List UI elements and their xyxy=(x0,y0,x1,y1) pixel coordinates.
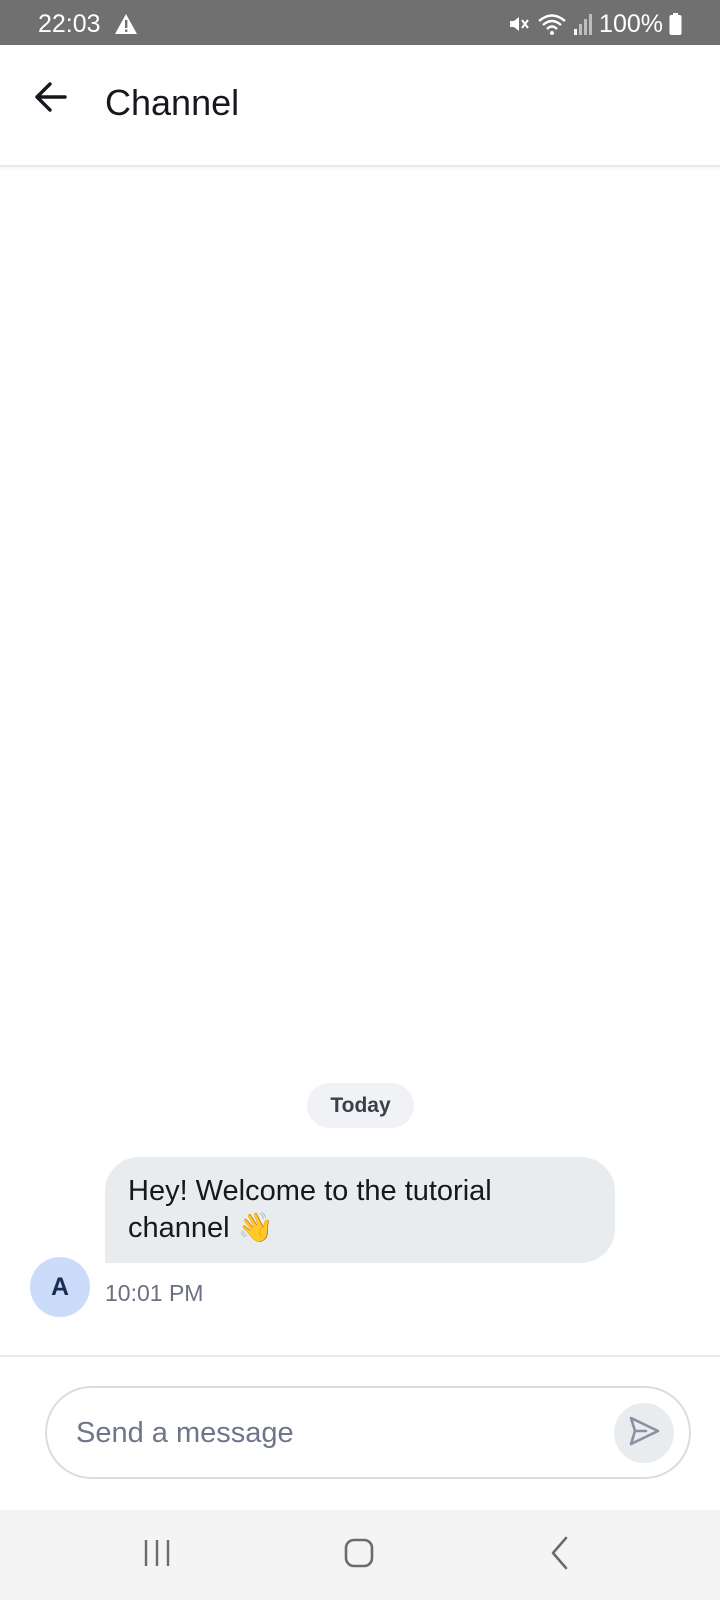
message-timestamp: 10:01 PM xyxy=(105,1280,204,1306)
message-input[interactable] xyxy=(76,1404,596,1462)
mute-icon xyxy=(507,12,531,36)
arrow-left-icon xyxy=(32,79,68,120)
alert-icon xyxy=(114,13,138,35)
battery-percentage: 100% xyxy=(599,10,663,38)
app-header: Channel xyxy=(0,45,720,167)
send-button[interactable] xyxy=(614,1403,674,1463)
system-back-button[interactable] xyxy=(530,1532,590,1578)
send-icon xyxy=(627,1414,661,1453)
recents-icon xyxy=(142,1538,172,1573)
message-composer xyxy=(45,1386,691,1479)
composer-divider xyxy=(0,1355,720,1357)
battery-icon xyxy=(669,12,682,36)
wifi-icon xyxy=(537,12,567,36)
page-title: Channel xyxy=(105,82,240,123)
date-separator: Today xyxy=(307,1083,414,1128)
home-icon xyxy=(343,1537,375,1574)
recents-button[interactable] xyxy=(127,1532,187,1578)
avatar[interactable]: A xyxy=(30,1257,90,1317)
home-button[interactable] xyxy=(329,1532,389,1578)
status-time: 22:03 xyxy=(38,10,101,38)
message-bubble[interactable]: Hey! Welcome to the tutorial channel 👋 xyxy=(105,1157,615,1263)
back-icon xyxy=(548,1536,572,1575)
status-icons: 100% xyxy=(507,9,682,39)
back-button[interactable] xyxy=(26,75,74,123)
navigation-bar xyxy=(0,1510,720,1600)
status-bar: 22:03 100% xyxy=(0,0,720,45)
signal-icon xyxy=(573,12,593,36)
